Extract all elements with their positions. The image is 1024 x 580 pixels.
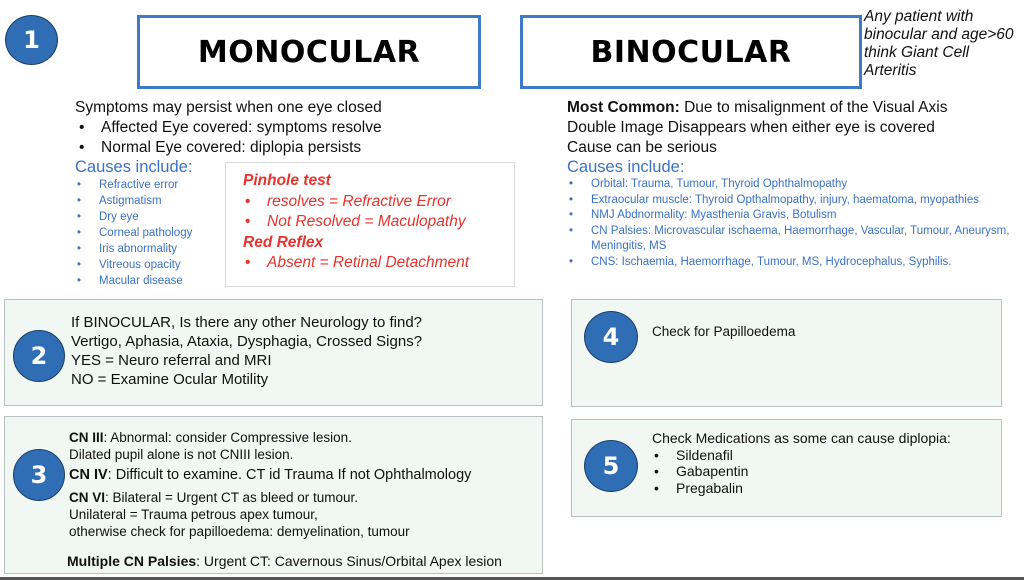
pinhole-test-box: Pinhole test resolves = Refractive Error… [225, 162, 515, 287]
list-item: Gabapentin [652, 463, 951, 480]
cn6-line: CN VI: Bilateral = Urgent CT as bleed or… [69, 489, 471, 506]
neurology-no: NO = Examine Ocular Motility [71, 371, 269, 388]
list-item: Absent = Retinal Detachment [243, 253, 514, 274]
cn6-line-3: otherwise check for papilloedema: demyel… [69, 524, 410, 539]
binocular-most-common: Most Common: Due to misalignment of the … [567, 98, 1017, 118]
step-4-text: Check for Papilloedema [652, 324, 796, 339]
list-item: Normal Eye covered: diplopia persists [75, 138, 495, 158]
monocular-cover-test-list: Affected Eye covered: symptoms resolve N… [75, 118, 495, 158]
monocular-intro: Symptoms may persist when one eye closed [75, 99, 382, 116]
cn6-text: : Bilateral = Urgent CT as bleed or tumo… [105, 490, 359, 505]
cn4-line: CN IV: Difficult to examine. CT id Traum… [69, 467, 471, 484]
cn3-text: : Abnormal: consider Compressive lesion. [103, 430, 352, 445]
cn3-line: CN III: Abnormal: consider Compressive l… [69, 429, 471, 446]
binocular-causes-list: Orbital: Trauma, Tumour, Thyroid Ophthal… [567, 177, 1017, 270]
multiple-cn-text: : Urgent CT: Cavernous Sinus/Orbital Ape… [196, 553, 502, 569]
list-item: Not Resolved = Maculopathy [243, 212, 514, 233]
binocular-causes-heading: Causes include: [567, 158, 685, 176]
medications-intro: Check Medications as some can cause dipl… [652, 430, 951, 446]
step-3-badge: 3 [13, 449, 65, 501]
list-item: resolves = Refractive Error [243, 192, 514, 213]
binocular-section: Most Common: Due to misalignment of the … [567, 98, 1017, 270]
neurology-signs: Vertigo, Aphasia, Ataxia, Dysphagia, Cro… [71, 333, 423, 350]
neurology-question: If BINOCULAR, Is there any other Neurolo… [71, 314, 422, 331]
list-item: Extraocular muscle: Thyroid Opthalmopath… [567, 193, 1017, 209]
red-reflex-heading: Red Reflex [243, 233, 324, 251]
list-item: Affected Eye covered: symptoms resolve [75, 118, 495, 138]
list-item: NMJ Abdnormality: Myasthenia Gravis, Bot… [567, 208, 1017, 224]
step-1-badge: 1 [5, 15, 58, 65]
giant-cell-arteritis-note: Any patient with binocular and age>60 th… [864, 8, 1014, 79]
cn3-label: CN III [69, 430, 104, 445]
multiple-cn-line: Multiple CN Palsies: Urgent CT: Cavernou… [67, 553, 502, 570]
step-5-badge: 5 [584, 440, 638, 492]
cn6-line-2: Unilateral = Trauma petrous apex tumour, [69, 507, 318, 522]
binocular-title: BINOCULAR [520, 15, 862, 89]
pinhole-heading: Pinhole test [243, 172, 331, 189]
neurology-yes: YES = Neuro referral and MRI [71, 352, 272, 369]
step-5-text: Check Medications as some can cause dipl… [652, 430, 951, 496]
step-3-text: CN III: Abnormal: consider Compressive l… [69, 429, 471, 540]
step-2-badge: 2 [13, 330, 65, 382]
list-item: Orbital: Trauma, Tumour, Thyroid Ophthal… [567, 177, 1017, 193]
multiple-cn-label: Multiple CN Palsies [67, 553, 197, 569]
list-item: Sildenafil [652, 447, 951, 464]
most-common-text: Due to misalignment of the Visual Axis [679, 99, 948, 116]
most-common-label: Most Common: [567, 99, 680, 116]
cn3-line-2: Dilated pupil alone is not CNIII lesion. [69, 447, 294, 462]
step-2-panel: 2 If BINOCULAR, Is there any other Neuro… [4, 299, 543, 406]
cn6-label: CN VI [69, 490, 106, 505]
medications-list: Sildenafil Gabapentin Pregabalin [652, 447, 951, 497]
step-4-badge: 4 [584, 311, 638, 363]
list-item: CN Palsies: Microvascular ischaema, Haem… [567, 224, 1017, 255]
step-3-panel: 3 CN III: Abnormal: consider Compressive… [4, 416, 543, 574]
binocular-line-3: Cause can be serious [567, 139, 717, 156]
list-item: CNS: Ischaemia, Haemorrhage, Tumour, MS,… [567, 255, 1017, 271]
step-5-panel: 5 Check Medications as some can cause di… [571, 419, 1002, 517]
binocular-line-2: Double Image Disappears when either eye … [567, 119, 935, 136]
list-item: Pregabalin [652, 480, 951, 497]
cn4-label: CN IV [69, 467, 108, 483]
step-4-panel: 4 Check for Papilloedema [571, 299, 1002, 407]
cn4-text: : Difficult to examine. CT id Trauma If … [107, 467, 472, 483]
step-2-text: If BINOCULAR, Is there any other Neurolo… [71, 313, 422, 389]
monocular-title: MONOCULAR [137, 15, 481, 89]
pinhole-results-list: resolves = Refractive Error Not Resolved… [243, 192, 514, 233]
red-reflex-results-list: Absent = Retinal Detachment [243, 253, 514, 274]
